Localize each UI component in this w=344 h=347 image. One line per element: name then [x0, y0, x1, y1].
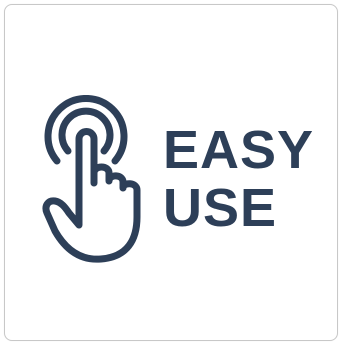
badge-card: EASY USE [4, 4, 338, 341]
easy-use-label: EASY USE [163, 121, 314, 237]
tap-hand-icon [39, 95, 149, 267]
label-line-use: USE [163, 178, 278, 238]
label-line-easy: EASY [163, 120, 315, 180]
